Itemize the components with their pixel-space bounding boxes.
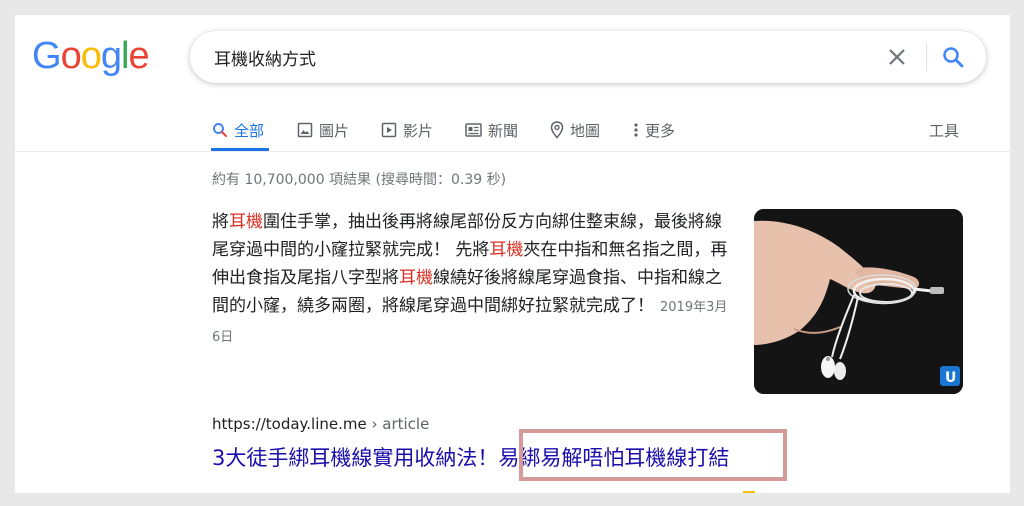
tab-all[interactable]: 全部 — [212, 113, 264, 147]
clear-search-button[interactable] — [884, 44, 910, 70]
tab-more[interactable]: 更多 — [633, 113, 675, 147]
tab-videos[interactable]: 影片 — [381, 113, 433, 147]
snippet-keyword: 耳機 — [229, 212, 263, 232]
tools-button[interactable]: 工具 — [929, 113, 959, 147]
google-logo[interactable]: Google — [32, 35, 150, 77]
annotation-highlight-box — [519, 429, 787, 481]
logo-letter: l — [120, 35, 130, 77]
logo-letter: o — [60, 35, 82, 77]
search-box — [190, 31, 986, 83]
tabs-divider — [15, 151, 1010, 152]
tab-label: 全部 — [234, 121, 265, 140]
svg-text:U: U — [945, 370, 956, 386]
snippet-text: 將 — [212, 212, 229, 232]
tab-images[interactable]: 圖片 — [297, 113, 349, 147]
partial-element-edge — [743, 491, 755, 493]
search-input[interactable] — [214, 44, 854, 70]
logo-letter: o — [80, 35, 102, 77]
tab-label: 更多 — [645, 121, 676, 140]
tab-label: 地圖 — [570, 121, 601, 140]
more-vert-icon — [634, 123, 638, 137]
result-url[interactable]: https://today.line.me › article — [212, 415, 429, 433]
tab-maps[interactable]: 地圖 — [550, 113, 600, 147]
snippet-thumbnail[interactable]: U — [754, 209, 963, 394]
logo-letter: g — [100, 35, 122, 77]
logo-letter: G — [32, 35, 62, 77]
result-breadcrumb: › article — [366, 415, 430, 433]
search-button[interactable] — [940, 44, 966, 70]
video-icon — [381, 122, 397, 138]
earphones-photo: U — [754, 209, 963, 394]
tab-label: 圖片 — [319, 121, 350, 140]
snippet-keyword: 耳機 — [399, 268, 433, 288]
logo-letter: e — [128, 35, 149, 77]
snippet-keyword: 耳機 — [489, 240, 524, 260]
tools-label: 工具 — [929, 121, 960, 140]
image-icon — [297, 122, 313, 138]
search-divider — [926, 43, 927, 71]
tab-label: 新聞 — [488, 121, 519, 140]
featured-snippet-text: 將耳機圍住手掌，抽出後再將線尾部份反方向綁住整束線，最後將線尾穿過中間的小窿拉緊… — [212, 208, 732, 352]
search-icon — [943, 47, 964, 68]
result-stats: 約有 10,700,000 項結果 (搜尋時間：0.39 秒) — [212, 172, 507, 188]
tab-label: 影片 — [403, 121, 434, 140]
map-pin-icon — [550, 121, 564, 139]
news-icon — [465, 123, 482, 137]
search-icon — [213, 123, 227, 137]
tab-news[interactable]: 新聞 — [465, 113, 518, 147]
results-page: Google 全部 圖片 — [15, 15, 1010, 493]
result-domain: https://today.line.me — [212, 415, 367, 433]
close-icon — [889, 49, 905, 65]
